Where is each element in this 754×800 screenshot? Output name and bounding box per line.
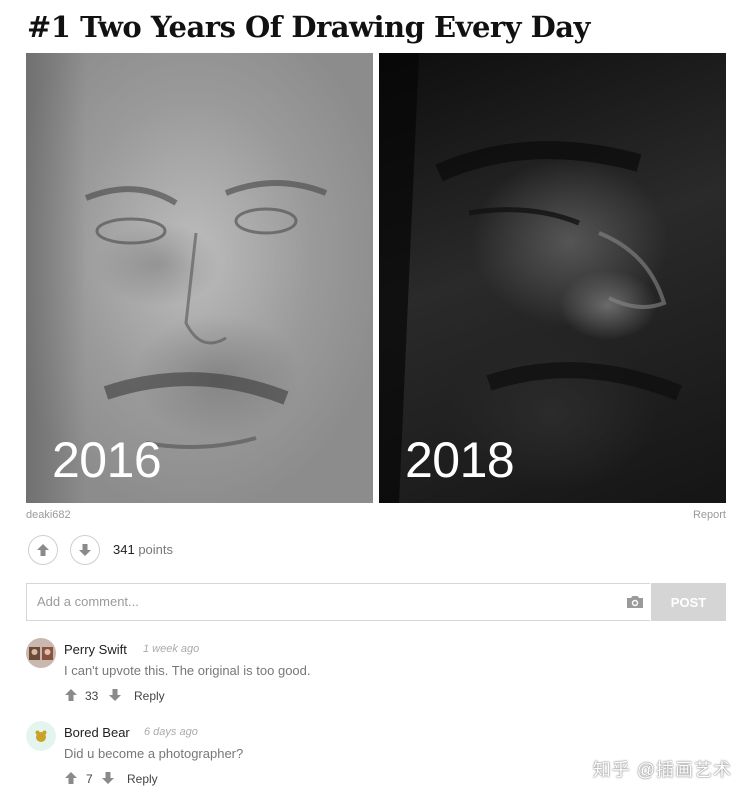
points-label: points	[138, 542, 174, 557]
comment-author-name[interactable]: Bored Bear	[64, 725, 130, 740]
avatar-image	[26, 721, 56, 751]
post-title: #1 Two Years Of Drawing Every Day	[27, 10, 590, 44]
points-count: 341 points	[113, 542, 173, 557]
year-label-2016: 2016	[52, 432, 162, 488]
comment-box	[26, 583, 650, 621]
author-link[interactable]: deaki682	[26, 509, 71, 521]
comment-vote-count: 33	[85, 689, 99, 703]
drawing-image-2016: 2016	[26, 53, 373, 503]
report-link[interactable]: Report	[693, 509, 726, 521]
downvote-button[interactable]	[70, 535, 100, 565]
points-value: 341	[113, 542, 135, 557]
comment-input[interactable]	[37, 594, 597, 609]
avatar-image	[26, 638, 56, 668]
drawing-image-2018: 2018	[379, 53, 726, 503]
reply-link[interactable]: Reply	[134, 689, 165, 703]
comment-upvote-icon[interactable]	[64, 771, 78, 785]
comment-text: I can't upvote this. The original is too…	[64, 663, 311, 678]
comment-upvote-icon[interactable]	[64, 688, 78, 702]
comment-downvote-icon[interactable]	[108, 688, 122, 702]
avatar[interactable]	[26, 638, 56, 668]
watermark: 知乎 @插画艺术	[592, 760, 732, 780]
comment-text: Did u become a photographer?	[64, 746, 244, 761]
camera-icon[interactable]	[626, 595, 644, 609]
comment-downvote-icon[interactable]	[101, 771, 115, 785]
comment-author-name[interactable]: Perry Swift	[64, 642, 127, 657]
year-label-2018: 2018	[405, 432, 515, 488]
avatar[interactable]	[26, 721, 56, 751]
comment-timestamp: 6 days ago	[144, 726, 198, 738]
comment-vote-count: 7	[86, 772, 93, 786]
post-comment-button[interactable]: POST	[651, 583, 726, 621]
upvote-button[interactable]	[28, 535, 58, 565]
comment-timestamp: 1 week ago	[143, 643, 200, 655]
reply-link[interactable]: Reply	[127, 772, 158, 786]
arrow-down-icon	[79, 544, 91, 556]
arrow-up-icon	[37, 544, 49, 556]
